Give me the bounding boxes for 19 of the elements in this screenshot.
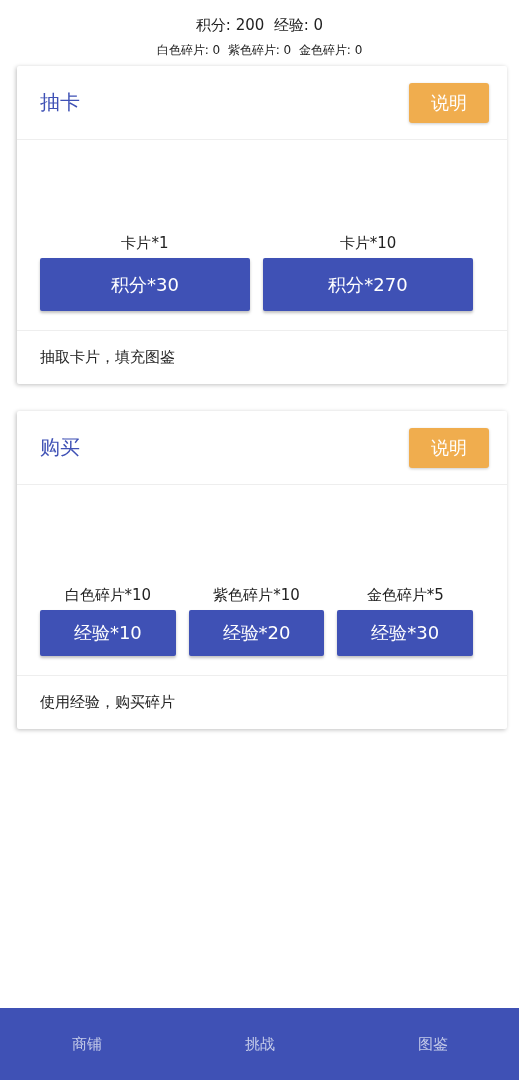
nav-tab[interactable]: 挑战 xyxy=(173,1008,346,1080)
points-experience-text: 积分: 200 经验: 0 xyxy=(195,15,324,36)
nav-tab[interactable]: 图鉴 xyxy=(346,1008,519,1080)
card-title: 抽卡 xyxy=(40,89,80,116)
option-label: 卡片*1 xyxy=(121,234,169,252)
nav-tab[interactable]: 商铺 xyxy=(0,1008,173,1080)
card-title: 购买 xyxy=(40,434,80,461)
purchase-button[interactable]: 经验*30 xyxy=(337,610,473,656)
option-label: 金色碎片*5 xyxy=(366,586,444,604)
option-label: 紫色碎片*10 xyxy=(213,586,300,604)
fragment-counts-text: 白色碎片: 0 紫色碎片: 0 金色碎片: 0 xyxy=(156,42,363,59)
card-description: 使用经验，购买碎片 xyxy=(40,693,175,712)
option-label: 白色碎片*10 xyxy=(64,586,152,604)
purchase-button[interactable]: 积分*270 xyxy=(263,258,473,311)
purchase-button[interactable]: 经验*20 xyxy=(188,610,325,656)
option-label: 卡片*10 xyxy=(339,234,397,252)
card-description: 抽取卡片，填充图鉴 xyxy=(40,348,175,367)
purchase-button[interactable]: 积分*30 xyxy=(40,258,250,311)
purchase-button[interactable]: 经验*10 xyxy=(40,610,176,656)
